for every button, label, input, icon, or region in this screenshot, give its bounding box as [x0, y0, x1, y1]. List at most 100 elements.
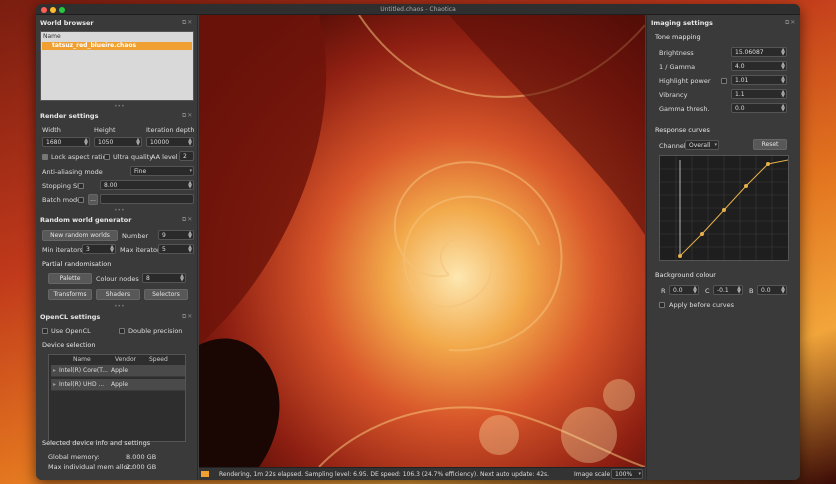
gamma-thresh-value: 0.0 [735, 105, 745, 112]
stopping-sl-checkbox[interactable] [78, 183, 84, 189]
colour-nodes-input[interactable]: 8 ▲ ▼ [142, 273, 186, 283]
vibrancy-input[interactable]: 1.1 ▲ ▼ [731, 89, 787, 99]
spin-arrows-icon[interactable]: ▲ ▼ [188, 138, 192, 146]
brightness-value: 15.06087 [735, 49, 764, 56]
spin-arrows-icon[interactable]: ▲ ▼ [781, 90, 785, 98]
opencl-title: OpenCL settings [40, 313, 101, 321]
brightness-input[interactable]: 15.06087 ▲ ▼ [731, 47, 787, 57]
dock-float-close-icon[interactable]: ⧉✕ [182, 313, 193, 321]
spin-arrows-icon[interactable]: ▲ ▼ [188, 231, 192, 239]
width-value: 1680 [46, 139, 62, 146]
height-input[interactable]: 1050 ▲ ▼ [94, 137, 142, 147]
max-iter-value: 5 [162, 246, 166, 253]
world-list-item[interactable]: tatsuz_red_blueire.chaos [42, 42, 192, 50]
render-status-text: Rendering, 1m 22s elapsed. Sampling leve… [219, 471, 550, 478]
spin-arrows-icon[interactable]: ▲ ▼ [188, 181, 192, 189]
curve-editor[interactable] [659, 155, 789, 261]
number-input[interactable]: 9 ▲ ▼ [158, 230, 194, 240]
batch-path-input[interactable] [100, 194, 194, 204]
c-input[interactable]: -0.1 ▲ ▼ [713, 285, 743, 295]
aa-level-input[interactable]: 2 [179, 151, 194, 161]
batch-mode-checkbox[interactable] [78, 197, 84, 203]
number-value: 9 [162, 232, 166, 239]
expand-arrow-icon[interactable]: ▸ [53, 381, 56, 388]
status-bar: Rendering, 1m 22s elapsed. Sampling leve… [199, 467, 645, 480]
spin-arrows-icon[interactable]: ▲ ▼ [84, 138, 88, 146]
spin-arrows-icon[interactable]: ▲ ▼ [781, 104, 785, 112]
ultra-quality-label: Ultra quality [113, 153, 154, 161]
use-opencl-checkbox[interactable] [42, 328, 48, 334]
channel-value: Overall [689, 142, 711, 149]
depth-input[interactable]: 10000 ▲ ▼ [146, 137, 194, 147]
expand-arrow-icon[interactable]: ▸ [53, 367, 56, 374]
max-iter-input[interactable]: 5 ▲ ▼ [158, 244, 194, 254]
gamma-thresh-input[interactable]: 0.0 ▲ ▼ [731, 103, 787, 113]
r-label: R [661, 287, 666, 295]
c-value: -0.1 [717, 287, 729, 294]
image-scale-value: 100% [615, 471, 633, 478]
table-row[interactable]: ▸ Intel(R) UHD ... Apple [51, 379, 185, 391]
image-scale-label: Image scale [574, 471, 611, 478]
spin-arrows-icon[interactable]: ▲ ▼ [781, 76, 785, 84]
double-precision-checkbox[interactable] [119, 328, 125, 334]
b-input[interactable]: 0.0 ▲ ▼ [757, 285, 787, 295]
spin-arrows-icon[interactable]: ▲ ▼ [693, 286, 697, 294]
dock-float-close-icon[interactable]: ⧉✕ [182, 19, 193, 27]
min-iter-input[interactable]: 3 ▲ ▼ [82, 244, 116, 254]
image-scale-select[interactable]: 100% ▾ [611, 469, 643, 479]
tone-mapping-label: Tone mapping [655, 33, 701, 41]
aa-mode-select[interactable]: Fine ▾ [130, 166, 194, 176]
batch-browse-button[interactable]: ... [88, 194, 98, 205]
world-list[interactable]: Name tatsuz_red_blueire.chaos [40, 31, 194, 101]
spin-arrows-icon[interactable]: ▲ ▼ [781, 48, 785, 56]
gamma-value: 4.0 [735, 63, 745, 70]
stopping-sl-input[interactable]: 8.00 ▲ ▼ [100, 180, 194, 190]
selectors-button[interactable]: Selectors [144, 289, 188, 300]
partial-randomisation-label: Partial randomisation [42, 260, 112, 268]
splitter-handle[interactable]: ••• [114, 303, 125, 310]
shaders-button[interactable]: Shaders [96, 289, 140, 300]
vibrancy-label: Vibrancy [659, 91, 688, 99]
gamma-input[interactable]: 4.0 ▲ ▼ [731, 61, 787, 71]
lock-aspect-checkbox[interactable] [42, 154, 48, 160]
table-row[interactable]: ▸ Intel(R) Core(T... Apple [51, 365, 185, 377]
channel-select[interactable]: Overall ▾ [685, 140, 719, 150]
palette-button[interactable]: Palette [48, 273, 92, 284]
r-input[interactable]: 0.0 ▲ ▼ [669, 285, 699, 295]
dock-float-close-icon[interactable]: ⧉✕ [182, 216, 193, 224]
spin-arrows-icon[interactable]: ▲ ▼ [110, 245, 114, 253]
spin-arrows-icon[interactable]: ▲ ▼ [180, 274, 184, 282]
spin-arrows-icon[interactable]: ▲ ▼ [781, 286, 785, 294]
splitter-handle[interactable]: ••• [114, 103, 125, 110]
apply-before-curves-label: Apply before curves [669, 301, 734, 309]
device-table[interactable]: Name Vendor Speed ▸ Intel(R) Core(T... A… [48, 354, 186, 442]
spin-arrows-icon[interactable]: ▲ ▼ [136, 138, 140, 146]
apply-before-curves-checkbox[interactable] [659, 302, 665, 308]
imaging-settings-title: Imaging settings [651, 19, 713, 27]
splitter-handle[interactable]: ••• [114, 207, 125, 214]
highlight-power-input[interactable]: 1.01 ▲ ▼ [731, 75, 787, 85]
b-label: B [749, 287, 754, 295]
aa-level-value: 2 [183, 153, 187, 160]
channel-label: Channel: [659, 142, 688, 150]
spin-arrows-icon[interactable]: ▲ ▼ [188, 245, 192, 253]
reset-curves-button[interactable]: Reset [753, 139, 787, 150]
spin-arrows-icon[interactable]: ▲ ▼ [737, 286, 741, 294]
transforms-button[interactable]: Transforms [48, 289, 92, 300]
min-iter-label: Min iterators [42, 246, 84, 254]
spin-arrows-icon[interactable]: ▲ ▼ [781, 62, 785, 70]
fractal-render-view[interactable] [199, 15, 645, 467]
device-selection-label: Device selection [42, 341, 96, 349]
height-value: 1050 [98, 139, 114, 146]
new-random-worlds-button[interactable]: New random worlds [42, 230, 118, 241]
aa-level-label: AA level [151, 153, 178, 161]
aa-mode-value: Fine [134, 168, 147, 175]
max-alloc-value: 2.000 GB [126, 463, 157, 471]
left-dock: World browser ⧉✕ Name tatsuz_red_blueire… [36, 15, 198, 480]
dock-float-close-icon[interactable]: ⧉✕ [182, 112, 193, 120]
highlight-power-checkbox[interactable] [721, 78, 727, 84]
width-input[interactable]: 1680 ▲ ▼ [42, 137, 90, 147]
dock-float-close-icon[interactable]: ⧉✕ [785, 19, 796, 27]
random-world-title: Random world generator [40, 216, 132, 224]
ultra-quality-checkbox[interactable] [104, 154, 110, 160]
